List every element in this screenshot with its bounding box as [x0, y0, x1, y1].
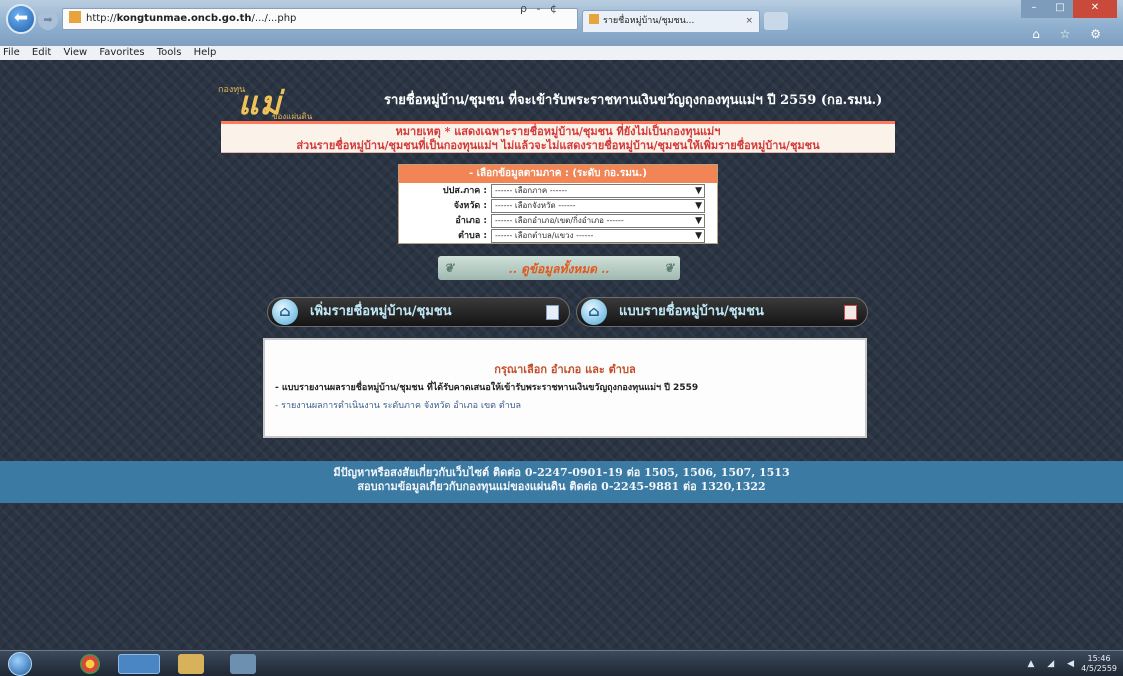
app-icon[interactable]: [230, 654, 256, 674]
view-all-button[interactable]: ❦ .. ดูข้อมูลทั้งหมด .. ❦: [438, 256, 680, 280]
view-all-label: .. ดูข้อมูลทั้งหมด ..: [508, 262, 610, 276]
chevron-down-icon: ▼: [695, 231, 702, 241]
back-button[interactable]: ⬅: [6, 4, 36, 34]
tab-close-button[interactable]: ×: [745, 11, 753, 31]
arrow-right-icon: ➡: [43, 13, 53, 26]
province-select-value: ------ เลือกจังหวัด ------: [495, 201, 576, 210]
region-select[interactable]: ------ เลือกภาค ------ ▼: [491, 184, 705, 198]
close-window-button[interactable]: ✕: [1073, 0, 1117, 18]
chevron-down-icon: ▼: [695, 201, 702, 211]
selector-row-province: จังหวัด : ------ เลือกจังหวัด ------ ▼: [399, 199, 717, 213]
notice-line-1: หมายเหตุ * แสดงเฉพาะรายชื่อหมู่บ้าน/ชุมช…: [395, 125, 721, 138]
chevron-down-icon: ▼: [695, 186, 702, 196]
system-tray[interactable]: ▲ ◢ ◀: [1028, 659, 1080, 669]
subdistrict-select[interactable]: ------ เลือกตำบล/แขวง ------ ▼: [491, 229, 705, 243]
page-title: รายชื่อหมู่บ้าน/ชุมชน ที่จะเข้ารับพระราช…: [384, 93, 883, 108]
menu-help[interactable]: Help: [194, 47, 217, 58]
window-controls: – □ ✕: [1021, 0, 1117, 18]
province-label: จังหวัด :: [453, 201, 487, 211]
menu-tools[interactable]: Tools: [157, 47, 182, 58]
maximize-button[interactable]: □: [1047, 0, 1073, 18]
file-explorer-icon[interactable]: [178, 654, 204, 674]
province-select[interactable]: ------ เลือกจังหวัด ------ ▼: [491, 199, 705, 213]
browser-titlebar: ⬅ ➡ http://kongtunmae.oncb.go.th/.../...…: [0, 0, 1123, 46]
address-bar[interactable]: http://kongtunmae.oncb.go.th/.../...php: [62, 8, 578, 30]
selector-row-region: ปปส.ภาค : ------ เลือกภาค ------ ▼: [399, 184, 717, 198]
forward-button[interactable]: ➡: [38, 10, 58, 30]
village-list-button[interactable]: ⌂ แบบรายชื่อหมู่บ้าน/ชุมชน: [576, 297, 868, 327]
region-select-value: ------ เลือกภาค ------: [495, 186, 568, 195]
tab-favicon-icon: [589, 14, 599, 24]
add-village-label: เพิ่มรายชื่อหมู่บ้าน/ชุมชน: [310, 304, 452, 319]
browser-tab[interactable]: รายชื่อหมู่บ้าน/ชุมชน... ×: [582, 10, 760, 32]
selector-row-district: อำเภอ : ------ เลือกอำเภอ/เขต/กิ่งอำเภอ …: [399, 214, 717, 228]
toolbar-icons[interactable]: ⌂ ☆ ⚙: [1032, 27, 1109, 41]
home-icon: ⌂: [272, 299, 298, 325]
url-prefix: http://: [86, 13, 117, 24]
new-tab-button[interactable]: [764, 12, 788, 30]
region-label: ปปส.ภาค :: [442, 186, 487, 196]
info-title: กรุณาเลือก อำเภอ และ ตำบล: [494, 363, 636, 376]
start-button[interactable]: [8, 652, 32, 676]
tab-title: รายชื่อหมู่บ้าน/ชุมชน...: [603, 16, 695, 26]
info-box: กรุณาเลือก อำเภอ และ ตำบล - แบบรายงานผลร…: [263, 338, 867, 438]
flourish-icon: ❦: [444, 261, 455, 275]
document-icon: [546, 305, 559, 320]
web-page: กองทุน แม่ ของแผ่นดิน รายชื่อหมู่บ้าน/ชุ…: [0, 60, 1123, 650]
footer-line-1: มีปัญหาหรือสงสัยเกี่ยวกับเว็บไซต์ ติดต่อ…: [333, 466, 790, 479]
district-label: อำเภอ :: [455, 216, 487, 226]
district-select[interactable]: ------ เลือกอำเภอ/เขต/กิ่งอำเภอ ------ ▼: [491, 214, 705, 228]
selector-row-subdistrict: ตำบล : ------ เลือกตำบล/แขวง ------ ▼: [399, 229, 717, 243]
internet-explorer-icon[interactable]: [118, 654, 160, 674]
url-path: /.../...php: [251, 13, 297, 24]
notice-banner: หมายเหตุ * แสดงเฉพาะรายชื่อหมู่บ้าน/ชุมช…: [221, 121, 895, 153]
selector-heading: - เลือกข้อมูลตามภาค : (ระดับ กอ.รมน.): [399, 165, 717, 183]
footer-line-2: สอบถามข้อมูลเกี่ยวกับกองทุนแม่ของแผ่นดิน…: [357, 480, 766, 493]
menu-bar: File Edit View Favorites Tools Help: [0, 46, 1123, 60]
add-village-button[interactable]: ⌂ เพิ่มรายชื่อหมู่บ้าน/ชุมชน: [267, 297, 570, 327]
subdistrict-select-value: ------ เลือกตำบล/แขวง ------: [495, 231, 594, 240]
menu-favorites[interactable]: Favorites: [99, 47, 144, 58]
flourish-icon: ❦: [663, 261, 674, 275]
pdf-icon: [844, 305, 857, 320]
clock-time: 15:46: [1087, 654, 1111, 663]
report-link-2[interactable]: - รายงานผลการดำเนินงาน ระดับภาค จังหวัด …: [275, 398, 521, 412]
chevron-down-icon: ▼: [695, 216, 702, 226]
notice-line-2: ส่วนรายชื่อหมู่บ้าน/ชุมชนที่เป็นกองทุนแม…: [296, 139, 820, 152]
taskbar: ▲ ◢ ◀ 15:46 4/5/2559: [0, 650, 1123, 676]
footer-contact: มีปัญหาหรือสงสัยเกี่ยวกับเว็บไซต์ ติดต่อ…: [0, 461, 1123, 503]
menu-file[interactable]: File: [3, 47, 20, 58]
clock-date: 4/5/2559: [1081, 664, 1117, 673]
clock[interactable]: 15:46 4/5/2559: [1081, 654, 1117, 674]
header-banner: กองทุน แม่ ของแผ่นดิน รายชื่อหมู่บ้าน/ชุ…: [210, 72, 910, 124]
address-controls[interactable]: ρ - ¢: [520, 2, 560, 15]
report-link-1[interactable]: - แบบรายงานผลรายชื่อหมู่บ้าน/ชุมชน ที่ได…: [275, 380, 698, 394]
url-host: kongtunmae.oncb.go.th: [116, 13, 252, 24]
region-selector: - เลือกข้อมูลตามภาค : (ระดับ กอ.รมน.) ปป…: [398, 164, 718, 244]
home-icon: ⌂: [581, 299, 607, 325]
favicon-icon: [69, 11, 81, 23]
arrow-left-icon: ⬅: [13, 8, 29, 28]
district-select-value: ------ เลือกอำเภอ/เขต/กิ่งอำเภอ ------: [495, 216, 624, 225]
menu-edit[interactable]: Edit: [32, 47, 51, 58]
menu-view[interactable]: View: [63, 47, 87, 58]
minimize-button[interactable]: –: [1021, 0, 1047, 18]
village-list-label: แบบรายชื่อหมู่บ้าน/ชุมชน: [619, 304, 764, 319]
chrome-icon[interactable]: [80, 654, 100, 674]
subdistrict-label: ตำบล :: [458, 231, 487, 241]
